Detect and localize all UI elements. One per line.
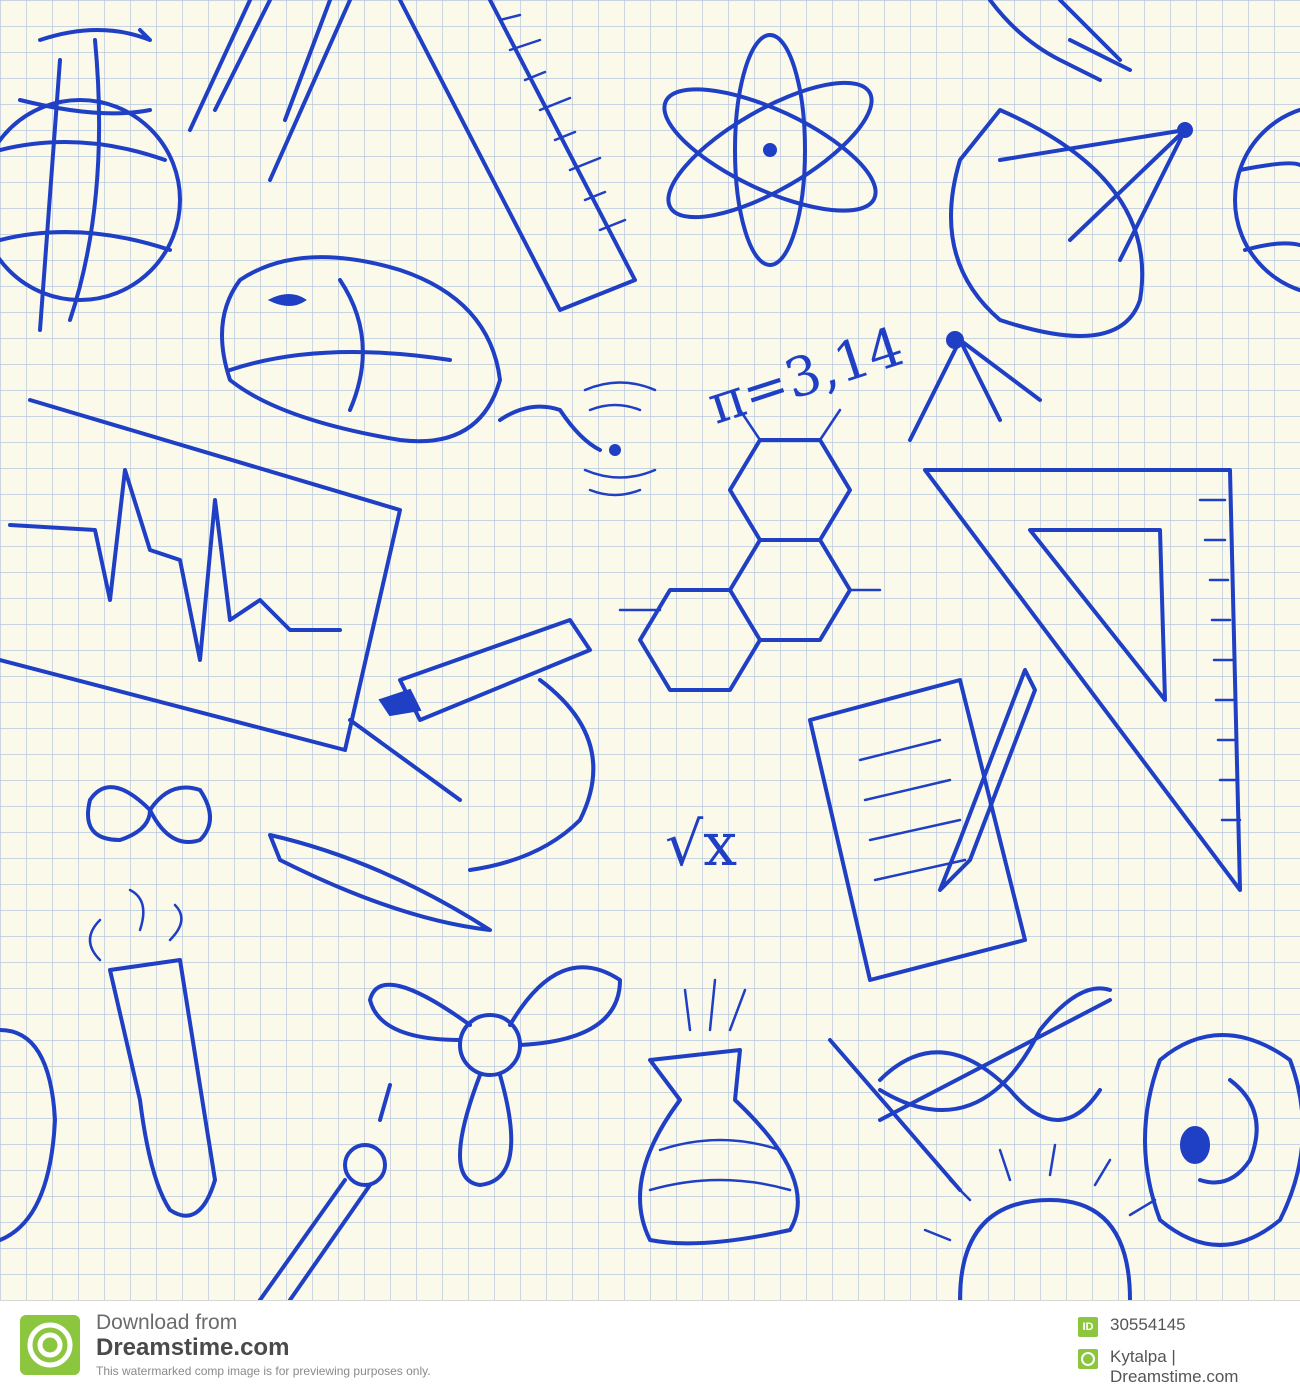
- author-logo-icon: [1078, 1349, 1098, 1369]
- author-credit: Kytalpa | Dreamstime.com: [1110, 1347, 1239, 1386]
- graph-paper-grid: [0, 0, 1300, 1300]
- dreamstime-logo-icon: [20, 1315, 80, 1375]
- sqrt-label: √x: [665, 810, 737, 880]
- science-doodle-pattern: π=3,14 √x: [0, 0, 1300, 1300]
- sqrt-doodle: √x: [665, 810, 737, 880]
- id-badge: ID: [1078, 1317, 1098, 1337]
- download-from-label: Download from: [96, 1311, 238, 1334]
- image-id-number: 30554145: [1110, 1315, 1186, 1334]
- watermark-note: This watermarked comp image is for previ…: [96, 1364, 431, 1378]
- dreamstime-site-label: Dreamstime.com: [96, 1334, 290, 1361]
- watermark-footer: Download from Dreamstime.com This waterm…: [0, 1300, 1300, 1391]
